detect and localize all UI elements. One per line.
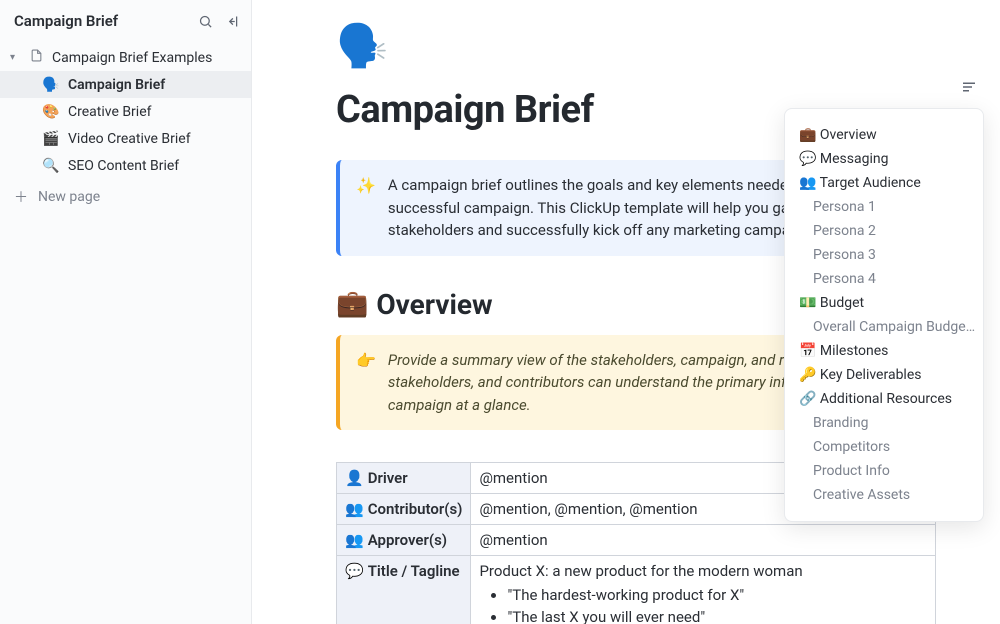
sidebar: Campaign Brief ▾ Campaign Brief Examples… <box>0 0 252 624</box>
toc-item[interactable]: 👥 Target Audience <box>799 171 977 195</box>
sidebar-item-label: Video Creative Brief <box>68 131 191 147</box>
toc-item[interactable]: 🔗 Additional Resources <box>799 387 977 411</box>
page-icon[interactable]: 🗣️ <box>336 26 942 68</box>
chevron-down-icon[interactable]: ▾ <box>10 52 22 63</box>
toc-subitem[interactable]: Branding <box>799 411 977 435</box>
toc-subitem[interactable]: Creative Assets <box>799 483 977 507</box>
toc-subitem[interactable]: Persona 1 <box>799 195 977 219</box>
sidebar-actions <box>197 13 241 29</box>
toc-item[interactable]: 💵 Budget <box>799 291 977 315</box>
tree-parent[interactable]: ▾ Campaign Brief Examples <box>0 44 251 71</box>
page-emoji-icon: 🎨 <box>42 104 60 120</box>
sidebar-item-label: Campaign Brief <box>68 77 165 93</box>
table-row[interactable]: 💬Title / Tagline Product X: a new product… <box>337 556 936 624</box>
new-page-label: New page <box>38 189 100 205</box>
toc-toggle-icon[interactable] <box>960 78 978 100</box>
list-item: "The hardest-working product for X" <box>507 584 927 606</box>
toc-subitem[interactable]: Overall Campaign Budget: $3,… <box>799 315 977 339</box>
table-value-cell[interactable]: Product X: a new product for the modern … <box>471 556 936 624</box>
sidebar-header: Campaign Brief <box>0 8 251 40</box>
cell-text: @mention, @mention, @mention <box>479 500 697 518</box>
point-right-icon: 👉 <box>356 349 376 417</box>
page-tree: ▾ Campaign Brief Examples 🗣️ Campaign Bri… <box>0 40 251 179</box>
sidebar-item-label: SEO Content Brief <box>68 158 179 174</box>
page-emoji-icon: 🗣️ <box>42 77 60 93</box>
sparkles-icon: ✨ <box>356 174 376 242</box>
toc-item[interactable]: 📅 Milestones <box>799 339 977 363</box>
toc-item[interactable]: 🔑 Key Deliverables <box>799 363 977 387</box>
table-value-cell[interactable]: @mention <box>471 525 936 556</box>
sidebar-item[interactable]: 🎬 Video Creative Brief <box>0 125 251 152</box>
table-row[interactable]: 👥Approver(s) @mention <box>337 525 936 556</box>
table-header-cell: 👤Driver <box>337 463 471 494</box>
table-header-cell: 💬Title / Tagline <box>337 556 471 624</box>
page-emoji-icon: 🎬 <box>42 131 60 147</box>
cell-text: @mention <box>479 531 547 549</box>
page-icon <box>30 49 44 66</box>
toc-item[interactable]: 💬 Messaging <box>799 147 977 171</box>
briefcase-icon: 💼 <box>336 289 368 319</box>
collapse-sidebar-icon[interactable] <box>225 13 241 29</box>
toc-subitem[interactable]: Competitors <box>799 435 977 459</box>
new-page-button[interactable]: ＋ New page <box>0 179 251 207</box>
toc-subitem[interactable]: Persona 2 <box>799 219 977 243</box>
sidebar-item-label: Creative Brief <box>68 104 152 120</box>
plus-icon: ＋ <box>14 187 28 207</box>
toc-subitem[interactable]: Persona 4 <box>799 267 977 291</box>
page-emoji-icon: 🔍 <box>42 158 60 174</box>
overview-heading-text: Overview <box>376 288 492 321</box>
tree-parent-label: Campaign Brief Examples <box>52 50 212 66</box>
workspace-title: Campaign Brief <box>14 12 118 30</box>
sidebar-item[interactable]: 🔍 SEO Content Brief <box>0 152 251 179</box>
cell-text: @mention <box>479 469 547 487</box>
toc-subitem[interactable]: Persona 3 <box>799 243 977 267</box>
search-icon[interactable] <box>197 13 213 29</box>
toc-subitem[interactable]: Product Info <box>799 459 977 483</box>
sidebar-item[interactable]: 🎨 Creative Brief <box>0 98 251 125</box>
list-item: "The last X you will ever need" <box>507 606 927 624</box>
toc-item[interactable]: 💼 Overview <box>799 123 977 147</box>
cell-text: Product X: a new product for the modern … <box>479 562 802 580</box>
table-header-cell: 👥Approver(s) <box>337 525 471 556</box>
toc-panel: 💼 Overview💬 Messaging👥 Target AudiencePe… <box>784 108 984 522</box>
sidebar-item[interactable]: 🗣️ Campaign Brief <box>0 71 251 98</box>
table-header-cell: 👥Contributor(s) <box>337 494 471 525</box>
